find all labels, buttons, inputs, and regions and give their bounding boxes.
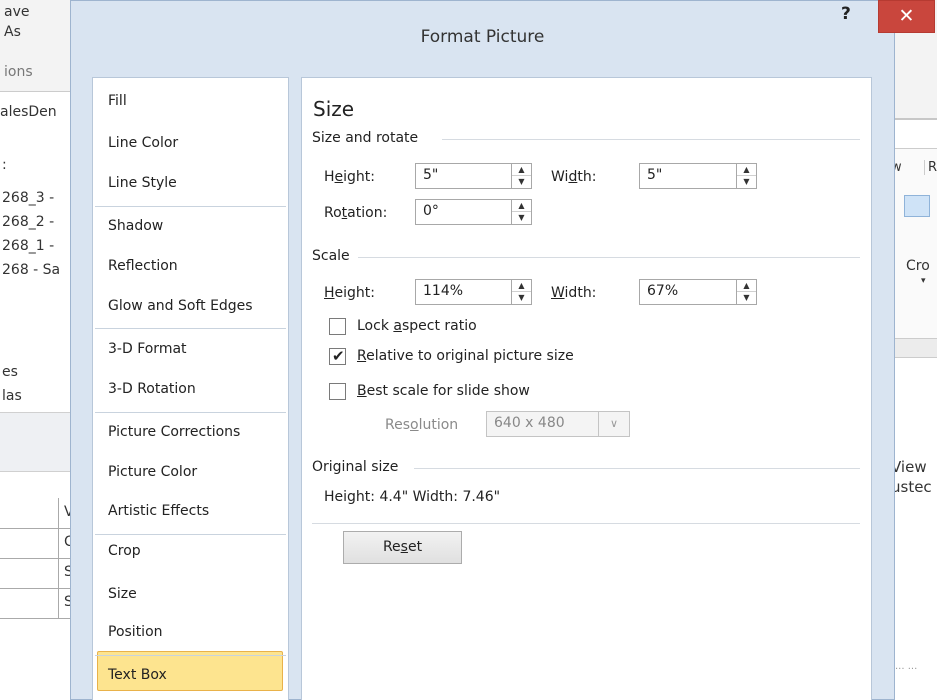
nav-3d-rotation[interactable]: 3-D Rotation xyxy=(93,369,288,409)
spin-up-icon[interactable]: ▲ xyxy=(737,164,756,176)
lock-aspect-ratio-label[interactable]: Lock aspect ratio xyxy=(357,318,477,334)
spin-up-icon[interactable]: ▲ xyxy=(512,164,531,176)
spin-down-icon[interactable]: ▼ xyxy=(737,176,756,188)
section-divider xyxy=(414,468,860,469)
nav-artistic-effects[interactable]: Artistic Effects xyxy=(93,491,288,531)
size-panel: Size Size and rotate Height: 5" ▲ ▼ Widt… xyxy=(301,77,872,700)
bg-as: As xyxy=(4,24,21,40)
section-divider xyxy=(312,523,860,524)
size-heading: Size xyxy=(313,97,355,121)
bg-file-4[interactable]: 268 - Sa xyxy=(2,262,60,278)
section-divider xyxy=(358,257,860,258)
scale-height-label: Height: xyxy=(324,285,375,301)
original-size-section-label: Original size xyxy=(312,459,399,475)
checkmark-icon: ✔ xyxy=(332,347,345,365)
spin-up-icon[interactable]: ▲ xyxy=(737,280,756,292)
relative-original-size-checkbox[interactable]: ✔ xyxy=(329,347,346,365)
nav-3d-format[interactable]: 3-D Format xyxy=(93,329,288,369)
ribbon-right-panel xyxy=(895,148,937,338)
nav-fill[interactable]: Fill xyxy=(93,81,288,121)
bg-crop-chevron-icon: ▾ xyxy=(921,276,926,286)
spin-up-icon[interactable]: ▲ xyxy=(512,280,531,292)
bg-es: es xyxy=(2,364,18,380)
lock-aspect-ratio-checkbox[interactable] xyxy=(329,318,346,335)
scale-height-value: 114% xyxy=(423,283,464,299)
nav-picture-color[interactable]: Picture Color xyxy=(93,452,288,492)
best-scale-slideshow-label[interactable]: Best scale for slide show xyxy=(357,383,530,399)
rotation-label: Rotation: xyxy=(324,205,388,221)
best-scale-slideshow-checkbox[interactable] xyxy=(329,383,346,400)
bg-colon: : xyxy=(2,157,7,173)
bg-tab-r[interactable]: R xyxy=(924,160,937,175)
scale-width-spin-buttons: ▲ ▼ xyxy=(736,280,756,304)
bg-file-2[interactable]: 268_2 - xyxy=(2,214,54,230)
bg-table xyxy=(0,498,70,619)
nav-picture-corrections[interactable]: Picture Corrections xyxy=(93,412,288,452)
nav-text-box[interactable]: Text Box xyxy=(93,655,288,695)
relative-original-size-label[interactable]: Relative to original picture size xyxy=(357,348,574,364)
bg-dots: ··· ··· xyxy=(895,664,918,675)
scale-width-spinner[interactable]: 67% ▲ ▼ xyxy=(639,279,757,305)
reset-button[interactable]: Reset xyxy=(343,531,462,564)
bg-grey-band xyxy=(0,412,70,472)
nav-crop[interactable]: Crop xyxy=(93,531,288,571)
nav-size[interactable]: Size xyxy=(93,574,288,614)
spin-down-icon[interactable]: ▼ xyxy=(512,212,531,224)
bg-grey-strip xyxy=(895,338,937,358)
resolution-value: 640 x 480 xyxy=(494,415,565,431)
help-button[interactable]: ? xyxy=(841,4,851,24)
height-label: Height: xyxy=(324,169,376,185)
scale-width-value: 67% xyxy=(647,283,679,299)
height-spin-buttons: ▲ ▼ xyxy=(511,164,531,188)
rotation-spin-buttons: ▲ ▼ xyxy=(511,200,531,224)
crop-picture-icon xyxy=(904,195,930,217)
height-value: 5" xyxy=(423,167,439,183)
resolution-dropdown: 640 x 480 ∨ xyxy=(486,411,630,437)
section-divider xyxy=(442,139,860,140)
height-spinner[interactable]: 5" ▲ ▼ xyxy=(415,163,532,189)
bg-file-3[interactable]: 268_1 - xyxy=(2,238,54,254)
width-spinner[interactable]: 5" ▲ ▼ xyxy=(639,163,757,189)
bg-las: las xyxy=(2,388,22,404)
width-label: Width: xyxy=(551,169,597,185)
bg-file-1[interactable]: 268_3 - xyxy=(2,190,54,206)
scale-height-spinner[interactable]: 114% ▲ ▼ xyxy=(415,279,532,305)
spin-up-icon[interactable]: ▲ xyxy=(512,200,531,212)
nav-panel: Fill Line Color Line Style Shadow Reflec… xyxy=(92,77,289,700)
dialog-title: Format Picture xyxy=(420,27,545,47)
nav-line-style[interactable]: Line Style xyxy=(93,163,288,203)
chevron-down-icon: ∨ xyxy=(598,412,629,436)
bg-save-as: ave xyxy=(4,4,30,20)
nav-line-color[interactable]: Line Color xyxy=(93,123,288,163)
nav-glow-soft-edges[interactable]: Glow and Soft Edges xyxy=(93,286,288,326)
spin-down-icon[interactable]: ▼ xyxy=(512,292,531,304)
rotation-spinner[interactable]: 0° ▲ ▼ xyxy=(415,199,532,225)
scale-width-label: Width: xyxy=(551,285,597,301)
resolution-label: Resolution xyxy=(385,417,459,433)
scale-section-label: Scale xyxy=(312,248,350,264)
width-value: 5" xyxy=(647,167,663,183)
nav-position[interactable]: Position xyxy=(93,612,288,652)
scale-height-spin-buttons: ▲ ▼ xyxy=(511,280,531,304)
bg-trusted: ustec xyxy=(891,478,932,496)
bg-options: ions xyxy=(4,64,33,80)
rotation-value: 0° xyxy=(423,203,439,219)
original-size-values: Height: 4.4" Width: 7.46" xyxy=(324,489,501,505)
spin-down-icon[interactable]: ▼ xyxy=(737,292,756,304)
size-rotate-section-label: Size and rotate xyxy=(312,130,419,146)
dialog-titlebar: Format Picture ? ✕ xyxy=(70,0,935,80)
nav-reflection[interactable]: Reflection xyxy=(93,246,288,286)
nav-shadow[interactable]: Shadow xyxy=(93,206,288,246)
close-button[interactable]: ✕ xyxy=(878,0,935,33)
bg-filename: alesDen xyxy=(0,104,57,120)
width-spin-buttons: ▲ ▼ xyxy=(736,164,756,188)
spin-down-icon[interactable]: ▼ xyxy=(512,176,531,188)
bg-view-link[interactable]: View xyxy=(891,458,927,476)
bg-crop-button[interactable]: Cro xyxy=(906,258,930,274)
